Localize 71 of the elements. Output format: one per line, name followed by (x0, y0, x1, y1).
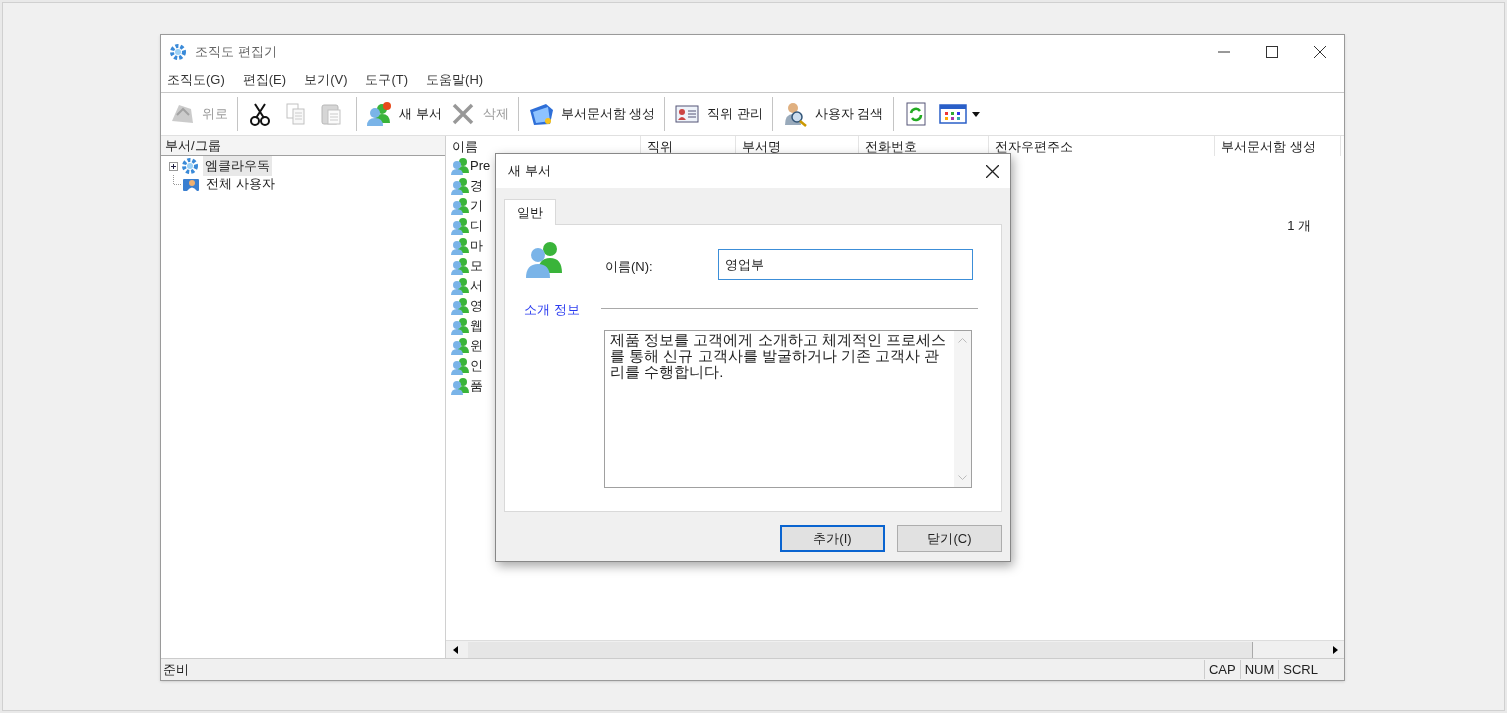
table-cell-text: 경 (470, 177, 483, 196)
dialog-button[interactable]: 추가(I) (780, 525, 885, 552)
users-icon (450, 157, 470, 175)
scroll-up-icon[interactable] (958, 337, 967, 343)
users-icon (450, 337, 470, 355)
toolbar-button[interactable]: 사용자 검색 (777, 96, 888, 132)
name-field[interactable]: 영업부 (718, 249, 973, 280)
caret-icon (971, 111, 980, 117)
close-icon[interactable] (986, 164, 999, 178)
status-text: 준비 (162, 660, 189, 679)
users-icon (450, 257, 470, 275)
horizontal-scrollbar[interactable] (446, 640, 1344, 658)
new-group-icon (366, 101, 394, 127)
table-cell-text: 서 (470, 277, 483, 296)
pane-header: 부서/그룹 (161, 136, 445, 156)
menu-item[interactable]: 도구(T) (365, 70, 409, 90)
dialog-button[interactable]: 닫기(C) (897, 525, 1002, 552)
view-grid-icon (938, 101, 967, 127)
users-icon (450, 197, 470, 215)
tree-item[interactable]: 엠클라우독 (203, 156, 272, 176)
toolbar-button[interactable]: 직위 관리 (670, 96, 767, 132)
table-cell-text: 품 (470, 377, 483, 396)
users-icon (525, 239, 563, 279)
tree-item[interactable]: 전체 사용자 (204, 174, 277, 194)
gear-icon (169, 42, 187, 61)
description-text: 제품 정보를 고객에게 소개하고 체계적인 프로세스를 통해 신규 고객사를 발굴하거나 기존 고객사 관리를 수행합니다. (609, 331, 947, 380)
description-field[interactable]: 제품 정보를 고객에게 소개하고 체계적인 프로세스를 통해 신규 고객사를 발굴하거나 기존 고객사 관리를 수행합니다. (604, 330, 972, 488)
expand-icon (169, 161, 178, 171)
table-cell-text: 영 (470, 297, 483, 316)
field-label: 이름(N): (605, 258, 653, 276)
scroll-thumb[interactable] (468, 641, 1253, 658)
table-cell-text: 윈 (470, 337, 483, 356)
menu-item[interactable]: 도움말(H) (426, 70, 484, 90)
scroll-down-icon[interactable] (958, 475, 967, 481)
toolbar-button[interactable]: 부서문서함 생성 (523, 96, 660, 132)
folder-icon (527, 101, 556, 127)
table-cell-text: 1 개 (1287, 217, 1311, 236)
status-indicator: NUM (1239, 659, 1279, 680)
gear-icon (181, 157, 199, 175)
table-cell-text: 마 (470, 237, 483, 256)
table-cell-text: 모 (470, 257, 483, 276)
toolbar-button[interactable]: 새 부서 (362, 96, 446, 132)
table-cell-text: 디 (470, 217, 483, 236)
table-cell-text: Pre (470, 157, 491, 176)
users-icon (450, 317, 470, 335)
menu-item[interactable]: 편집(E) (242, 70, 287, 90)
scroll-left-icon[interactable] (452, 644, 460, 655)
section-heading: 소개 정보 (524, 301, 580, 319)
users-icon (450, 177, 470, 195)
scroll-right-icon[interactable] (1331, 644, 1339, 655)
vertical-scrollbar[interactable] (954, 331, 971, 487)
dialog-title: 새 부서 (508, 162, 551, 181)
users-icon (450, 237, 470, 255)
menu-item[interactable]: 보기(V) (304, 70, 348, 90)
window-title: 조직도 편집기 (195, 42, 277, 61)
maximize-icon[interactable] (1266, 45, 1278, 58)
table-cell-text: 웹 (470, 317, 483, 336)
table-cell-text: 기 (470, 197, 483, 216)
users-icon (450, 377, 470, 395)
close-icon[interactable] (1314, 45, 1326, 58)
users-icon (450, 357, 470, 375)
column-header[interactable]: 부서문서함 생성 (1215, 136, 1341, 156)
users-icon (450, 297, 470, 315)
menu-item[interactable]: 조직도(G) (167, 70, 225, 90)
tree-connector-icon (173, 174, 182, 185)
status-indicator: SCRL (1278, 659, 1322, 680)
tab[interactable]: 일반 (504, 199, 556, 225)
users-icon (450, 217, 470, 235)
users-icon (450, 277, 470, 295)
table-cell-text: 인 (470, 357, 483, 376)
status-indicator: CAP (1203, 659, 1240, 680)
